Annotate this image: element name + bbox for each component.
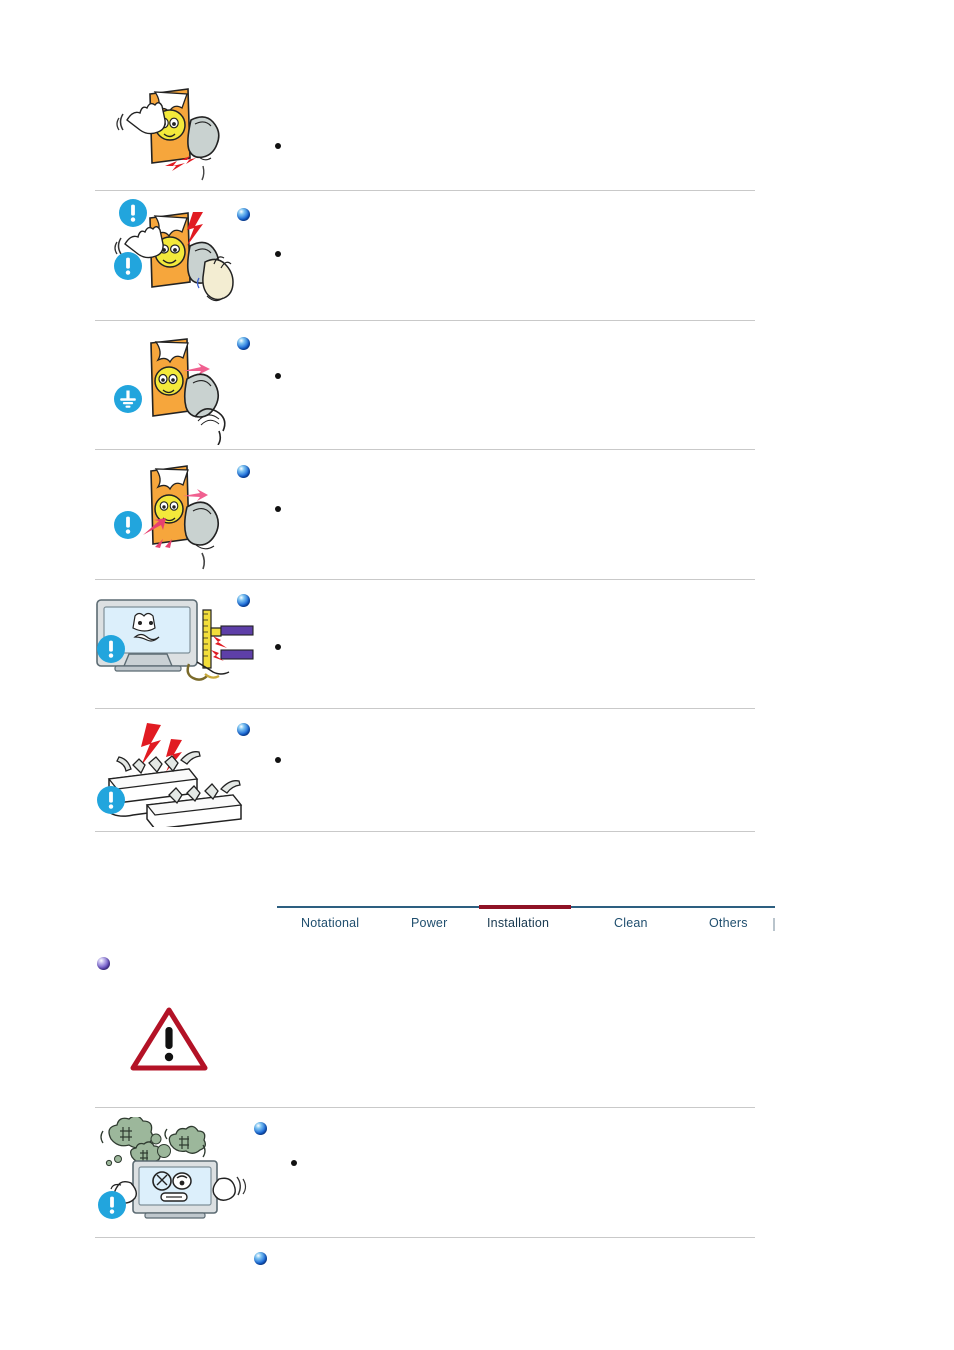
caution-warning-triangle-icon bbox=[130, 1005, 208, 1073]
list-bullet bbox=[275, 506, 281, 512]
warning-icon-exclamation bbox=[96, 634, 126, 669]
list-bullet bbox=[275, 644, 281, 650]
safety-entry bbox=[0, 1108, 954, 1237]
tab-installation[interactable]: Installation bbox=[487, 916, 549, 930]
warning-icon-exclamation bbox=[97, 1190, 127, 1225]
safety-entry bbox=[0, 191, 954, 320]
tab-power[interactable]: Power bbox=[411, 916, 447, 930]
warning-icon-exclamation bbox=[113, 510, 143, 545]
list-bullet bbox=[275, 251, 281, 257]
tab-notational[interactable]: Notational bbox=[301, 916, 359, 930]
section-bullet-sphere bbox=[254, 1252, 267, 1265]
warning-icon-ground bbox=[113, 384, 143, 419]
list-bullet bbox=[275, 373, 281, 379]
tab-others[interactable]: Others bbox=[709, 916, 748, 930]
list-bullet bbox=[291, 1160, 297, 1166]
safety-entry bbox=[0, 709, 954, 831]
tab-clean[interactable]: Clean bbox=[614, 916, 648, 930]
active-tab-underline bbox=[479, 904, 571, 909]
tabbar-end-tick bbox=[773, 918, 775, 931]
safety-entry bbox=[0, 321, 954, 449]
section-tab-navigation[interactable]: Notational Power Installation Clean Othe… bbox=[277, 904, 775, 944]
list-bullet bbox=[275, 757, 281, 763]
safety-entry bbox=[0, 60, 954, 227]
warning-icon-exclamation bbox=[113, 251, 143, 286]
safety-entry bbox=[0, 580, 954, 708]
safety-entry bbox=[0, 450, 954, 579]
installation-section-bullet bbox=[97, 957, 110, 970]
figure-outlet-loose-plug-spark bbox=[95, 76, 245, 186]
safety-entry bbox=[0, 1238, 954, 1350]
entry-separator bbox=[95, 831, 755, 832]
manual-page: Notational Power Installation Clean Othe… bbox=[0, 0, 954, 1350]
warning-icon-exclamation bbox=[96, 785, 126, 820]
list-bullet bbox=[275, 143, 281, 149]
